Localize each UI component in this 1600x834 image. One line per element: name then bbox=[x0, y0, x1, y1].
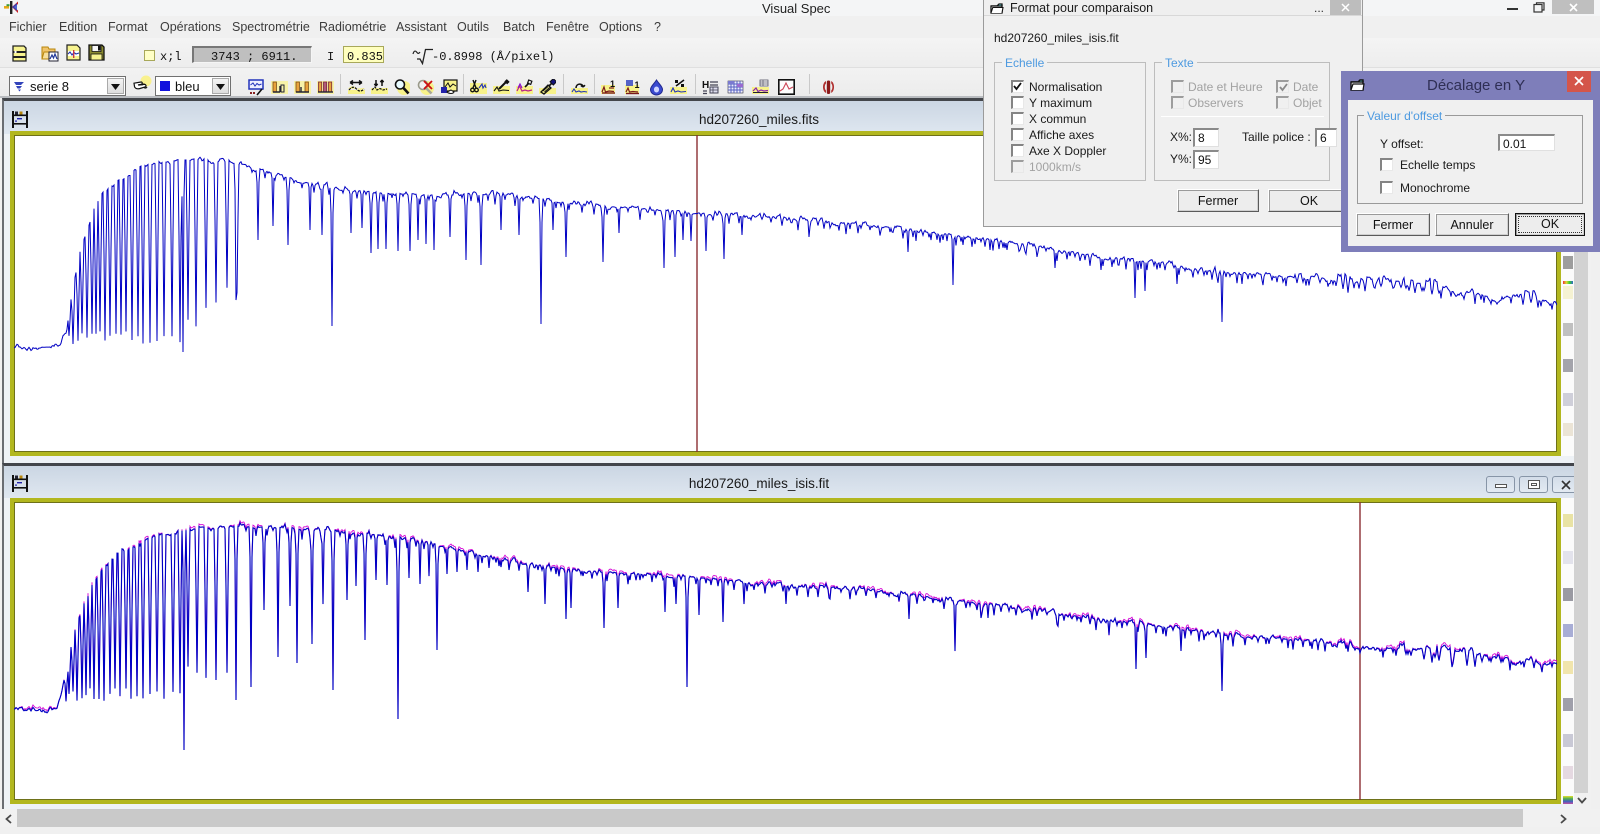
svg-text:H: H bbox=[702, 80, 709, 91]
svg-text:1: 1 bbox=[635, 80, 640, 90]
